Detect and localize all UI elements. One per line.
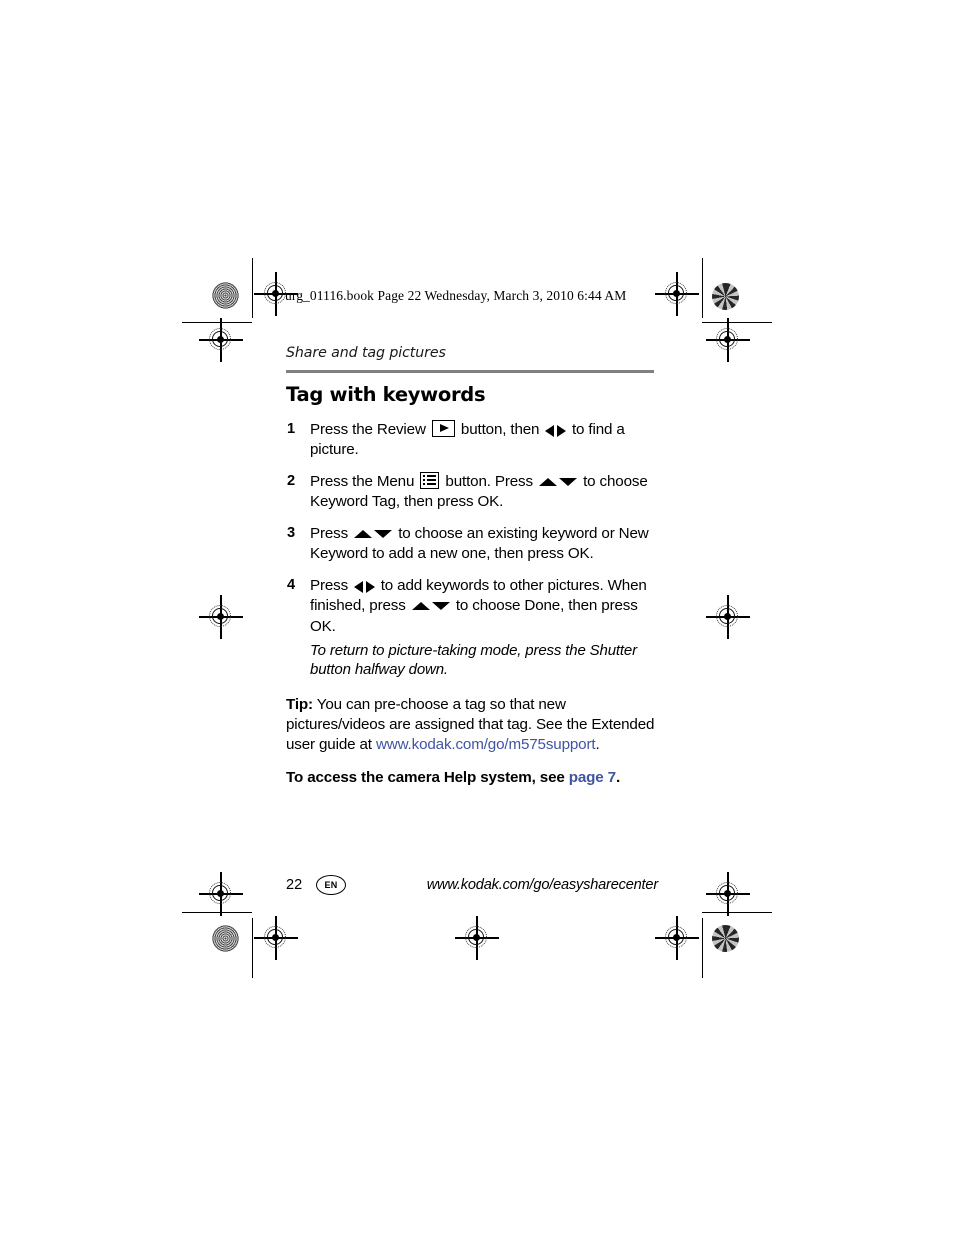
page-content: Share and tag pictures Tag with keywords… [286,345,656,787]
page-number: 22 [286,877,303,893]
registration-mark-upper-right-corner [706,318,750,362]
step-text: Press the Menu [310,472,419,490]
registration-mark-top-right [655,272,699,316]
halftone-dot-top-right [712,283,739,310]
step-text: button. Press [441,472,538,490]
step-number: 4 [287,576,295,593]
help-system-line: To access the camera Help system, see pa… [286,768,656,788]
help-line-trailing: . [615,768,621,786]
halftone-dot-top-left [212,282,239,309]
file-slug-line: urg_01116.book Page 22 Wednesday, March … [285,288,627,303]
step-text: Press [310,576,353,594]
footer-url: www.kodak.com/go/easysharecenter [426,877,658,893]
halftone-dot-bottom-right [712,925,739,952]
up-down-arrows-icon [539,473,578,492]
up-down-arrows-icon [354,525,393,544]
halftone-dot-bottom-left [212,925,239,952]
step-number: 1 [287,421,295,437]
tip-label: Tip: [286,696,313,714]
left-right-arrows-icon [545,421,566,440]
up-down-arrows-icon [411,597,450,616]
registration-mark-upper-left-corner [199,318,243,362]
step-text: Press the Review [310,421,430,438]
trim-line-bottom-left-horizontal [182,912,252,914]
registration-mark-middle-left [199,595,243,639]
support-url-link[interactable]: www.kodak.com/go/m575support [376,736,596,753]
page-7-link[interactable]: page 7 [569,769,616,786]
registration-mark-bottom-center [455,916,499,960]
registration-mark-middle-right [706,595,750,639]
step-item: 4 Press to add keywords to other pictures… [286,576,656,680]
steps-list: 1 Press the Review button, then to find a… [286,420,656,679]
page-canvas: urg_01116.book Page 22 Wednesday, March … [0,0,954,1235]
trim-line-right-vertical-bottom [702,918,704,978]
step-number: 3 [287,524,295,541]
step-note: To return to picture-taking mode, press … [310,642,637,679]
menu-button-icon [420,471,440,489]
step-item: 3 Press to choose an existing keyword or … [286,524,656,564]
help-line-text: To access the camera Help system, see [286,768,569,786]
registration-mark-bottom-right [655,916,699,960]
trim-line-right-vertical-top [702,258,704,318]
review-button-icon [431,420,455,437]
step-item: 1 Press the Review button, then to find a… [286,420,656,460]
page-footer: 22 EN www.kodak.com/go/easysharecenter [286,875,658,899]
heading-rule [286,370,654,373]
left-right-arrows-icon [354,577,375,596]
step-text: button, then [456,421,544,438]
step-text: Press [310,524,353,542]
step-item: 2 Press the Menu button. Press to choose … [286,471,656,512]
step-number: 2 [287,472,295,489]
language-badge: EN [316,875,346,895]
registration-mark-lower-left-corner [199,872,243,916]
running-head: Share and tag pictures [286,345,446,361]
trim-line-bottom-right-horizontal [702,912,772,914]
tip-body-trailing: . [595,735,600,753]
tip-paragraph: Tip: You can pre-choose a tag so that ne… [286,695,656,754]
page-title: Tag with keywords [286,383,486,406]
registration-mark-bottom-left [254,916,298,960]
registration-mark-lower-right-corner [706,872,750,916]
